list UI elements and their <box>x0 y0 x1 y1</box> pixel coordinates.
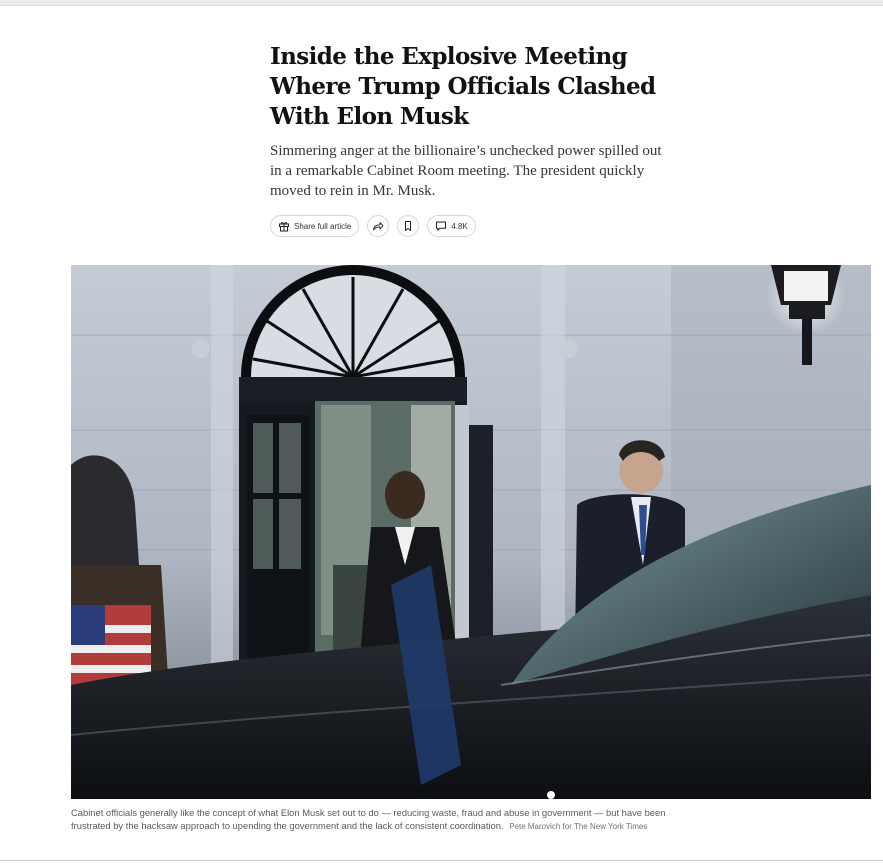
bookmark-icon <box>402 220 414 232</box>
summary: Simmering anger at the billionaire’s unc… <box>270 143 662 199</box>
share-button[interactable] <box>367 215 390 237</box>
article-header: Inside the Explosive Meeting Where Trump… <box>270 42 680 201</box>
lead-photo-image <box>71 265 871 799</box>
gift-icon <box>278 220 290 232</box>
headline: Inside the Explosive Meeting Where Trump… <box>270 43 656 130</box>
share-full-article-label: Share full article <box>294 221 352 231</box>
share-arrow-icon <box>372 220 384 232</box>
comments-button[interactable]: 4.8K <box>427 215 476 237</box>
lead-photo <box>71 265 871 799</box>
article-toolbar: Share full article 4.8K <box>270 214 476 238</box>
share-full-article-button[interactable]: Share full article <box>270 215 360 237</box>
photo-credit: Pete Marovich for The New York Times <box>509 822 648 831</box>
top-rule <box>0 0 883 6</box>
comments-count: 4.8K <box>451 221 468 231</box>
bottom-rule <box>0 860 883 861</box>
photo-caption: Cabinet officials generally like the con… <box>71 806 671 833</box>
comment-icon <box>435 220 447 232</box>
save-bookmark-button[interactable] <box>397 215 420 237</box>
